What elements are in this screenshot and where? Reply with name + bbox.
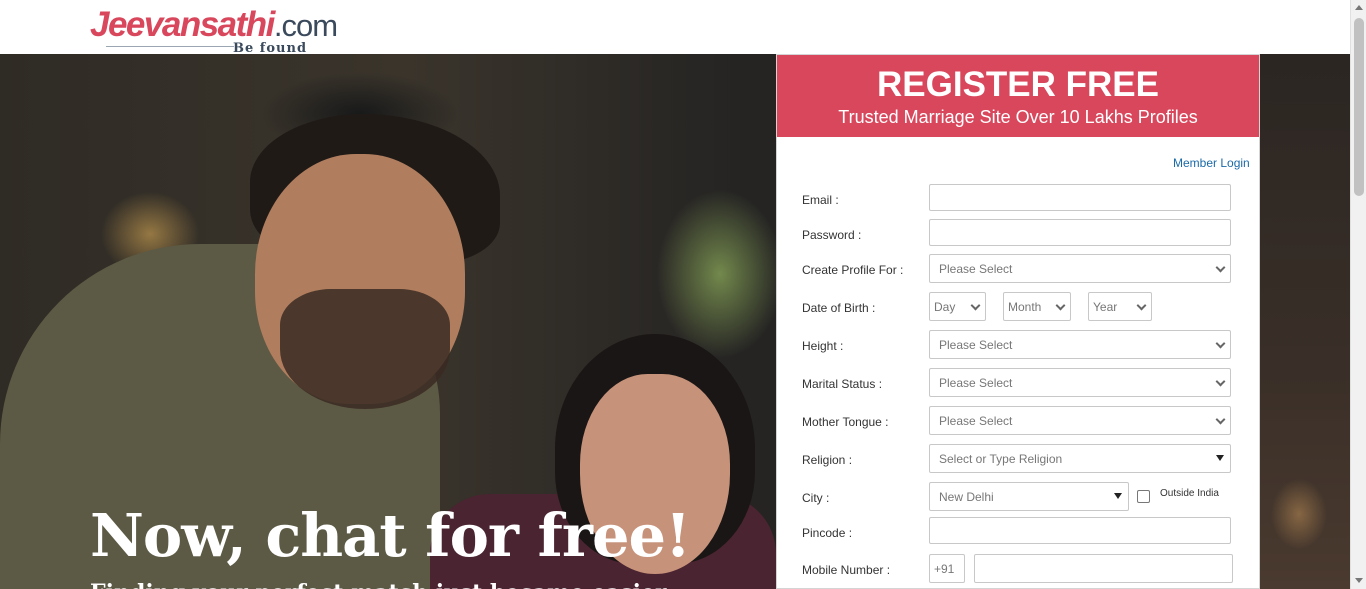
mother-tongue-select[interactable]: Please Select [929,406,1231,435]
create-profile-for-select[interactable]: Please Select [929,254,1231,283]
scroll-thumb[interactable] [1354,18,1364,196]
country-code-value: +91 [934,562,955,576]
mother-tongue-value: Please Select [939,414,1013,428]
site-header: Jeevansathi.com Be found [0,0,1350,57]
dob-month-value: Month [1008,300,1042,314]
dob-day-value: Day [934,300,956,314]
password-field[interactable] [929,219,1231,246]
height-select[interactable]: Please Select [929,330,1231,359]
chevron-down-icon [1136,300,1147,311]
hero-right-backdrop [1259,54,1350,589]
religion-combobox[interactable]: Select or Type Religion [929,444,1231,473]
scroll-down-arrow-icon[interactable] [1355,578,1363,583]
logo-brand: Jeevansathi [90,5,275,44]
religion-value: Select or Type Religion [939,452,1063,466]
chevron-down-icon [1215,414,1226,425]
dob-day-select[interactable]: Day [929,292,986,321]
city-combobox[interactable]: New Delhi [929,482,1129,511]
register-panel: REGISTER FREE Trusted Marriage Site Over… [776,54,1260,589]
email-field[interactable] [929,184,1231,211]
password-label: Password : [802,228,862,242]
register-title: REGISTER FREE [877,65,1159,104]
create-profile-for-value: Please Select [939,262,1013,276]
dropdown-triangle-icon [1216,455,1224,461]
religion-label: Religion : [802,453,853,467]
register-subtitle: Trusted Marriage Site Over 10 Lakhs Prof… [838,107,1198,127]
pincode-label: Pincode : [802,526,853,540]
height-label: Height : [802,339,844,353]
page-scrollbar[interactable] [1350,0,1366,589]
mother-tongue-label: Mother Tongue : [802,415,889,429]
email-label: Email : [802,193,839,207]
city-label: City : [802,491,830,505]
create-profile-for-label: Create Profile For : [802,263,904,277]
jeevansathi-logo[interactable]: Jeevansathi.com Be found [90,5,338,57]
logo-wordmark: Jeevansathi.com [90,5,338,45]
member-login-link[interactable]: Member Login [1173,156,1250,170]
scroll-up-arrow-icon[interactable] [1355,5,1363,10]
marital-status-select[interactable]: Please Select [929,368,1231,397]
hero-headline: Now, chat for free! [90,501,691,570]
register-header: REGISTER FREE Trusted Marriage Site Over… [777,55,1259,137]
mobile-number-field[interactable] [974,554,1233,583]
mobile-number-label: Mobile Number : [802,563,891,577]
chevron-down-icon [1055,300,1066,311]
outside-india-label: Outside India [1160,488,1219,499]
pincode-field[interactable] [929,517,1231,544]
dob-month-select[interactable]: Month [1003,292,1071,321]
height-value: Please Select [939,338,1013,352]
outside-india-checkbox[interactable] [1137,490,1150,503]
dropdown-triangle-icon [1114,493,1122,499]
city-value: New Delhi [939,490,994,504]
chevron-down-icon [1215,338,1226,349]
logo-underline [106,46,234,47]
chevron-down-icon [970,300,981,311]
date-of-birth-label: Date of Birth : [802,301,876,315]
hero-subline: Finding your perfect match just became e… [90,580,667,589]
chevron-down-icon [1215,262,1226,273]
dob-year-select[interactable]: Year [1088,292,1152,321]
marital-status-value: Please Select [939,376,1013,390]
dob-year-value: Year [1093,300,1118,314]
marital-status-label: Marital Status : [802,377,883,391]
chevron-down-icon [1215,376,1226,387]
logo-domain: .com [273,8,338,43]
country-code-field[interactable]: +91 [929,554,965,583]
hero-photo-man-beard [280,289,450,409]
